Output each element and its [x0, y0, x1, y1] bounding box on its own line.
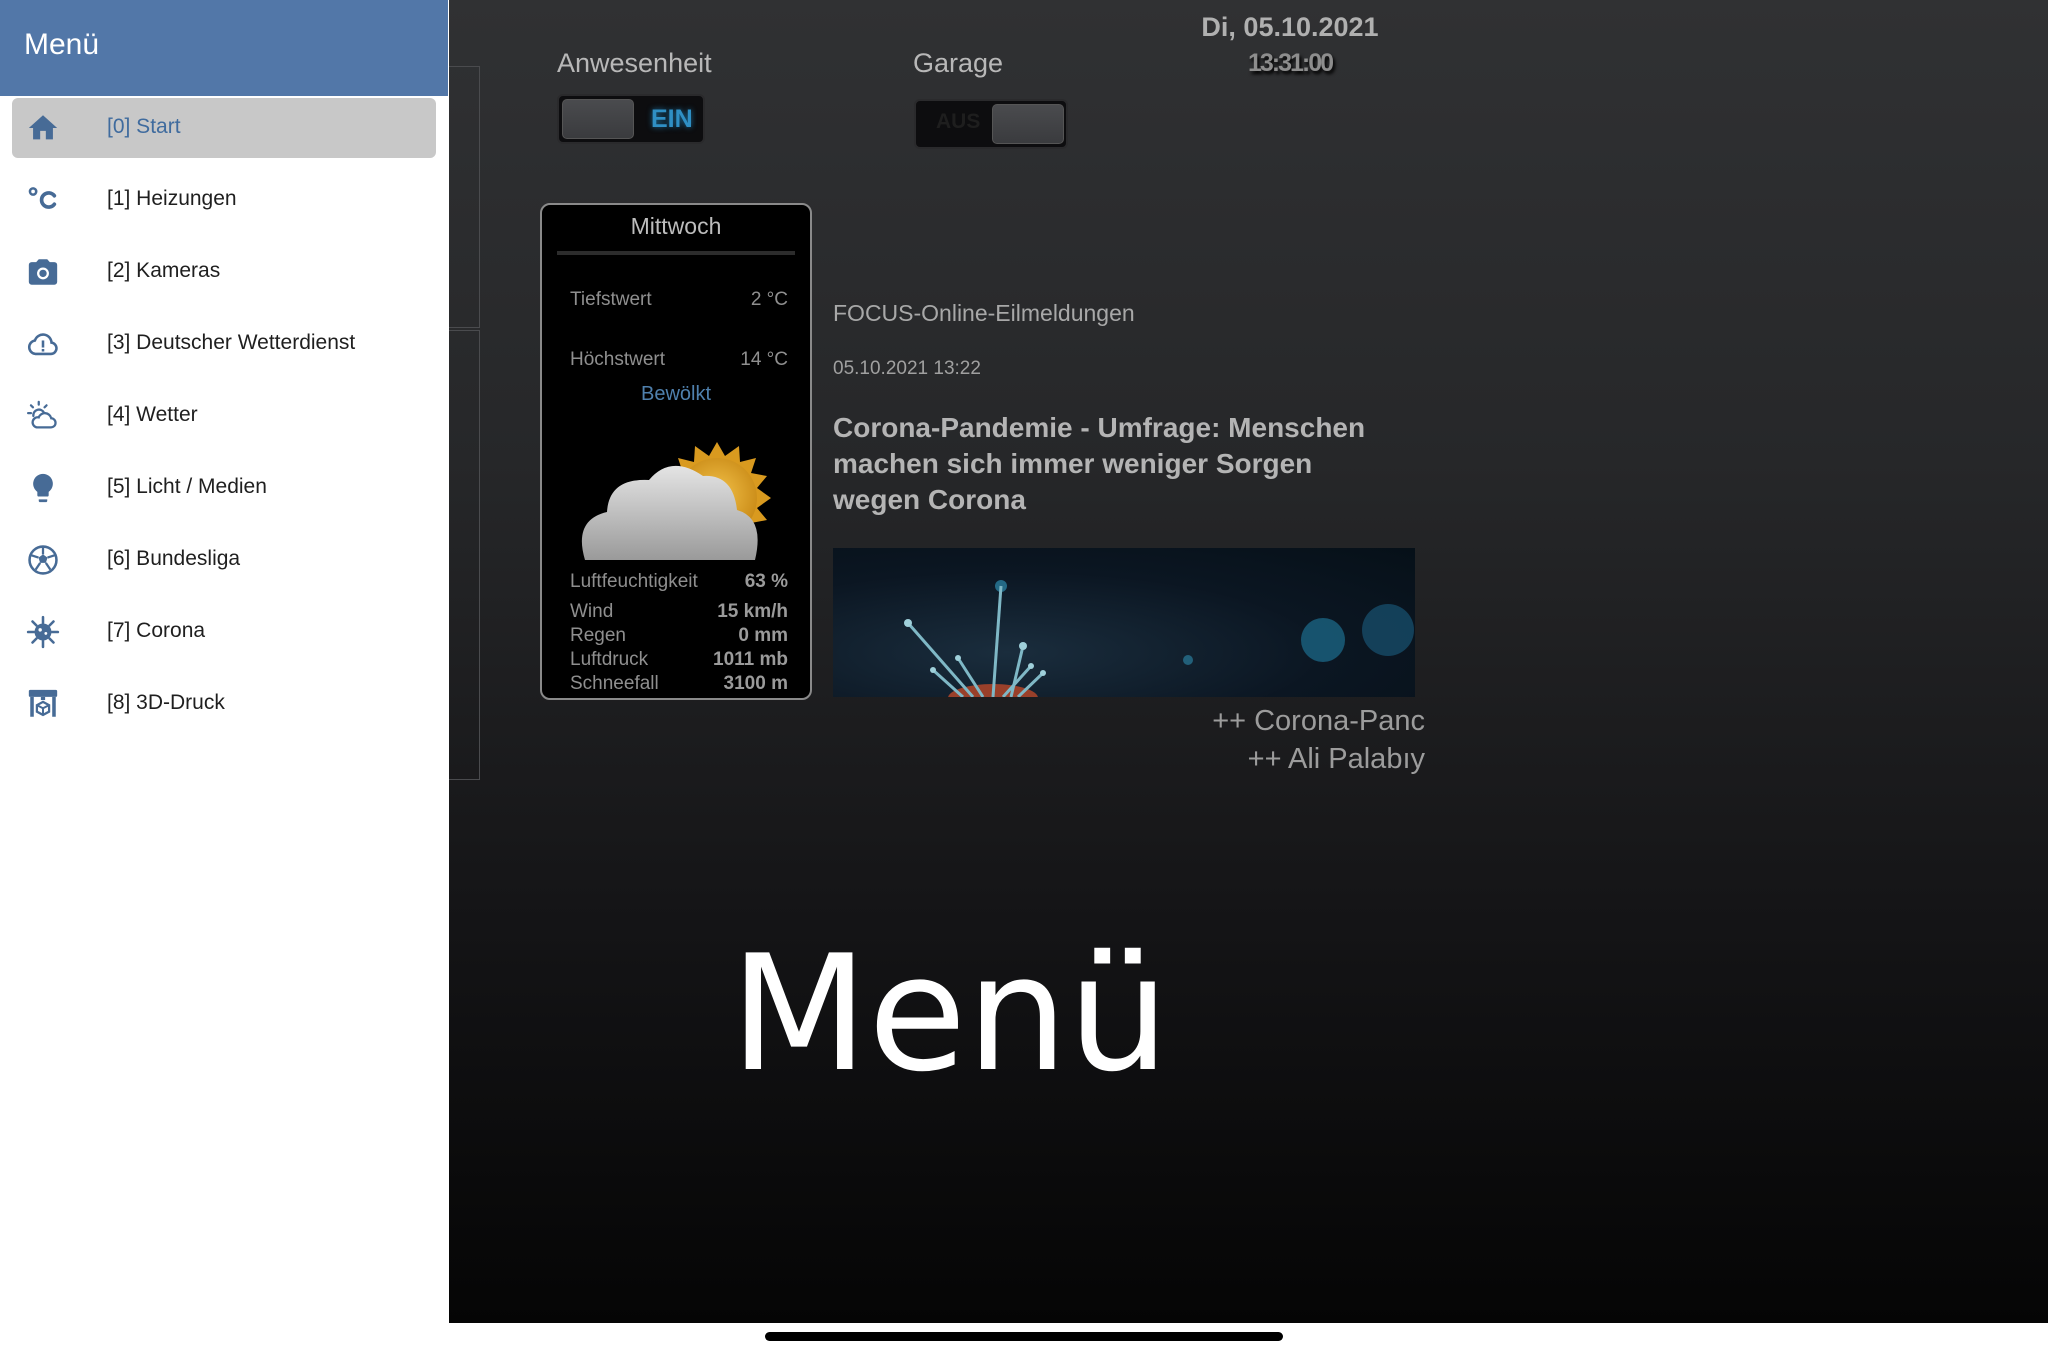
- menu-item-label: [5] Licht / Medien: [107, 475, 267, 498]
- weather-stat-humidity: Luftfeuchtigkeit 63 %: [570, 571, 788, 593]
- stat-value: 15 km/h: [717, 601, 788, 622]
- menu-item-label: [3] Deutscher Wetterdienst: [107, 331, 356, 354]
- stat-label: Regen: [570, 625, 626, 646]
- datetime-display: Di, 05.10.2021 13:31:00: [1170, 12, 1410, 78]
- garage-toggle[interactable]: AUS: [914, 99, 1068, 149]
- menu-item-start[interactable]: [0] Start: [12, 98, 436, 158]
- toggle-knob: [562, 99, 634, 139]
- weather-min-value: 2 °C: [750, 289, 788, 310]
- stat-value: 3100 m: [723, 673, 788, 694]
- virus-icon: [26, 615, 60, 649]
- printer-3d-icon: [28, 689, 58, 717]
- menu-item-heizungen[interactable]: [1] Heizungen: [12, 170, 436, 230]
- drawer-header: Menü: [0, 0, 448, 96]
- drawer-title: Menü: [24, 28, 100, 61]
- menu-item-label: [2] Kameras: [107, 259, 221, 282]
- menu-item-3d-druck[interactable]: [8] 3D-Druck: [12, 674, 436, 734]
- menu-item-label: [7] Corona: [107, 619, 206, 642]
- stat-label: Luftfeuchtigkeit: [570, 571, 698, 592]
- news-ticker[interactable]: ++ Corona-Panc ++ Ali Palabıy: [1140, 705, 1425, 785]
- news-headline-link[interactable]: Corona-Pandemie - Umfrage: Menschen mach…: [833, 410, 1393, 518]
- side-menu-drawer: Menü [0] Start [1] Heizungen [2] Kameras…: [0, 0, 449, 1352]
- ticker-line: ++ Corona-Panc: [1212, 705, 1425, 737]
- weather-max-label: Höchstwert: [570, 349, 666, 370]
- menu-item-corona[interactable]: [7] Corona: [12, 602, 436, 662]
- menu-item-label: [6] Bundesliga: [107, 547, 241, 570]
- stat-value: 0 mm: [738, 625, 788, 646]
- weather-day: Mittwoch: [630, 213, 722, 239]
- stat-label: Luftdruck: [570, 649, 649, 670]
- menu-item-deutscher-wetterdienst[interactable]: [3] Deutscher Wetterdienst: [12, 314, 436, 374]
- weather-min-label: Tiefstwert: [570, 289, 652, 310]
- menu-item-label: [0] Start: [107, 115, 181, 138]
- weather-card: Mittwoch Tiefstwert 2 °C Höchstwert 14 °…: [540, 203, 812, 700]
- news-source: FOCUS-Online-Eilmeldungen: [833, 300, 1135, 326]
- soccer-ball-icon: [28, 545, 58, 575]
- virus-illustration: [904, 580, 1414, 697]
- time-text: 13:31:00: [1247, 49, 1334, 77]
- news-image[interactable]: [833, 548, 1415, 697]
- lightbulb-icon: [33, 473, 53, 503]
- presence-label: Anwesenheit: [557, 48, 712, 78]
- menu-item-label: [1] Heizungen: [107, 187, 237, 210]
- toggle-state: EIN: [651, 105, 693, 133]
- sun-behind-cloud-icon: [581, 442, 771, 560]
- garage-label: Garage: [913, 48, 1004, 78]
- weather-stat-wind: Wind 15 km/h: [570, 601, 788, 623]
- weather-stat-pressure: Luftdruck 1011 mb: [570, 649, 788, 671]
- ticker-line: ++ Ali Palabıy: [1247, 743, 1425, 775]
- weather-max-value: 14 °C: [740, 349, 788, 370]
- toggle-knob: [992, 104, 1064, 144]
- menu-item-kameras[interactable]: [2] Kameras: [12, 242, 436, 302]
- menu-item-licht-medien[interactable]: [5] Licht / Medien: [12, 458, 436, 518]
- sun-cloud-icon: [26, 400, 57, 429]
- weather-stat-rain: Regen 0 mm: [570, 625, 788, 647]
- cloud-alert-icon: [28, 333, 58, 356]
- celsius-icon: [28, 187, 57, 209]
- stat-value: 1011 mb: [713, 649, 788, 670]
- presence-toggle[interactable]: EIN: [557, 94, 705, 144]
- menu-item-label: [8] 3D-Druck: [107, 691, 225, 714]
- weather-condition: Bewölkt: [640, 383, 712, 405]
- home-indicator[interactable]: [765, 1332, 1283, 1341]
- news-timestamp: 05.10.2021 13:22: [833, 358, 981, 379]
- weather-stat-snowfall: Schneefall 3100 m: [570, 673, 788, 695]
- menu-item-wetter[interactable]: [4] Wetter: [12, 386, 436, 446]
- menu-item-bundesliga[interactable]: [6] Bundesliga: [12, 530, 436, 590]
- menu-overlay-title: Menü: [730, 920, 1170, 1107]
- toggle-state: AUS: [936, 110, 981, 133]
- menu-item-label: [4] Wetter: [107, 403, 198, 426]
- panel-frame: [449, 66, 480, 328]
- weather-max-row: Höchstwert 14 °C: [570, 349, 788, 371]
- panel-frame: [449, 330, 480, 780]
- divider: [557, 251, 795, 255]
- stat-value: 63 %: [744, 571, 788, 592]
- stat-label: Wind: [570, 601, 614, 622]
- stat-label: Schneefall: [570, 673, 659, 694]
- weather-min-row: Tiefstwert 2 °C: [570, 289, 788, 311]
- home-icon: [28, 115, 58, 140]
- date-text: Di, 05.10.2021: [1201, 12, 1379, 42]
- camera-icon: [28, 259, 58, 285]
